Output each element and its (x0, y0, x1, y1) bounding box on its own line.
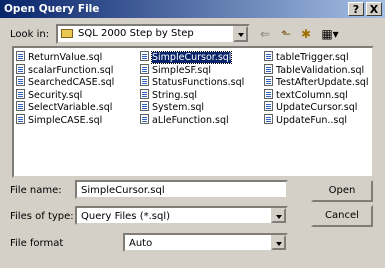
file-item[interactable]: StatusFunctions.sql (140, 76, 244, 89)
window-title: Open Query File (4, 3, 100, 15)
folder-icon (61, 29, 73, 38)
sql-file-icon (264, 88, 273, 99)
file-item[interactable]: SelectVariable.sql (16, 101, 114, 114)
file-item-label: scalarFunction.sql (28, 64, 114, 76)
sql-file-icon (16, 88, 25, 99)
file-item-label: TableValidation.sql (276, 64, 365, 76)
file-item-label: UpdateFun..sql (276, 114, 348, 126)
file-item[interactable]: TestAfterUpdate.sql (264, 76, 369, 89)
file-format-combo[interactable]: Auto (123, 233, 288, 252)
look-in-value: SQL 2000 Step by Step (78, 28, 194, 39)
file-name-field[interactable]: SimpleCursor.sql (75, 180, 288, 199)
file-type-label: Files of type: (10, 211, 74, 222)
file-item-label: StatusFunctions.sql (152, 77, 245, 89)
file-item-label: SimpleCASE.sql (28, 114, 103, 126)
sql-file-icon (140, 76, 149, 87)
sql-file-icon (140, 101, 149, 112)
file-list[interactable]: ReturnValue.sql scalarFunction.sql Searche… (12, 46, 374, 178)
look-in-combo[interactable]: SQL 2000 Step by Step (56, 24, 250, 44)
file-column-3: tableTrigger.sql TableValidation.sql TestA… (264, 51, 369, 127)
file-item-label: UpdateCursor.sql (276, 102, 358, 114)
file-format-label: File format (10, 238, 64, 249)
file-item-label: SelectVariable.sql (28, 102, 113, 114)
sql-file-icon (140, 113, 149, 124)
file-item[interactable]: String.sql (140, 88, 244, 102)
up-folder-icon[interactable]: ⬑ (277, 26, 295, 42)
file-item[interactable]: UpdateFun..sql (264, 113, 369, 127)
file-item[interactable]: TableValidation.sql (264, 63, 369, 77)
title-bar[interactable]: Open Query File ? X (0, 0, 385, 18)
file-item[interactable]: scalarFunction.sql (16, 63, 114, 77)
file-type-value: Query Files (*.sql) (81, 211, 171, 222)
chevron-down-icon[interactable] (271, 208, 286, 223)
new-folder-icon[interactable]: ✱ (297, 26, 315, 42)
file-item-label: TestAfterUpdate.sql (276, 77, 369, 89)
file-format-value: Auto (129, 238, 153, 249)
cancel-button[interactable]: Cancel (311, 205, 373, 227)
views-menu-icon[interactable]: ▦▾ (318, 26, 342, 42)
file-item[interactable]: ReturnValue.sql (16, 51, 114, 64)
file-item-label: Security.sql (28, 89, 83, 101)
file-item[interactable]: SimpleCASE.sql (16, 113, 114, 127)
open-button[interactable]: Open (311, 180, 373, 202)
file-item-label: SearchedCASE.sql (28, 77, 115, 89)
open-query-file-dialog: Open Query File ? X Look in: SQL 2000 St… (0, 0, 385, 268)
file-column-1: ReturnValue.sql scalarFunction.sql Searche… (16, 51, 114, 127)
sql-file-icon (16, 76, 25, 87)
file-name-label: File name: (10, 185, 62, 196)
sql-file-icon (140, 51, 149, 61)
sql-file-icon (16, 63, 25, 74)
file-type-combo[interactable]: Query Files (*.sql) (75, 206, 288, 225)
sql-file-icon (140, 63, 149, 74)
file-column-2: SimpleCursor.sql SimpleSF.sql StatusFuncti… (140, 51, 244, 127)
file-item[interactable]: aLleFunction.sql (140, 113, 244, 127)
sql-file-icon (264, 63, 273, 74)
sql-file-icon (16, 113, 25, 124)
back-icon[interactable]: ⇐ (256, 26, 274, 42)
look-in-label: Look in: (10, 29, 50, 40)
file-item-label: tableTrigger.sql (276, 52, 349, 63)
sql-file-icon (264, 113, 273, 124)
file-item-label: textColumn.sql (276, 89, 348, 101)
file-item-label: ReturnValue.sql (28, 52, 103, 63)
close-button[interactable]: X (366, 2, 382, 16)
chevron-down-icon[interactable] (233, 26, 248, 42)
file-item[interactable]: tableTrigger.sql (264, 51, 369, 64)
file-item[interactable]: UpdateCursor.sql (264, 101, 369, 114)
file-item-label: SimpleCursor.sql (150, 51, 233, 64)
sql-file-icon (264, 101, 273, 112)
sql-file-icon (140, 88, 149, 99)
help-button[interactable]: ? (348, 2, 364, 16)
file-name-value: SimpleCursor.sql (81, 185, 165, 196)
file-item[interactable]: textColumn.sql (264, 88, 369, 102)
file-item-label: String.sql (152, 89, 197, 101)
file-item[interactable]: SimpleSF.sql (140, 63, 244, 77)
sql-file-icon (264, 51, 273, 61)
sql-file-icon (16, 51, 25, 61)
sql-file-icon (16, 101, 25, 112)
file-item[interactable]: SimpleCursor.sql (140, 51, 244, 64)
file-item-label: SimpleSF.sql (152, 64, 212, 76)
file-item[interactable]: SearchedCASE.sql (16, 76, 114, 89)
file-item-label: System.sql (152, 102, 205, 114)
file-item[interactable]: Security.sql (16, 88, 114, 102)
sql-file-icon (264, 76, 273, 87)
file-item[interactable]: System.sql (140, 101, 244, 114)
chevron-down-icon[interactable] (271, 235, 286, 250)
file-item-label: aLleFunction.sql (152, 114, 229, 126)
